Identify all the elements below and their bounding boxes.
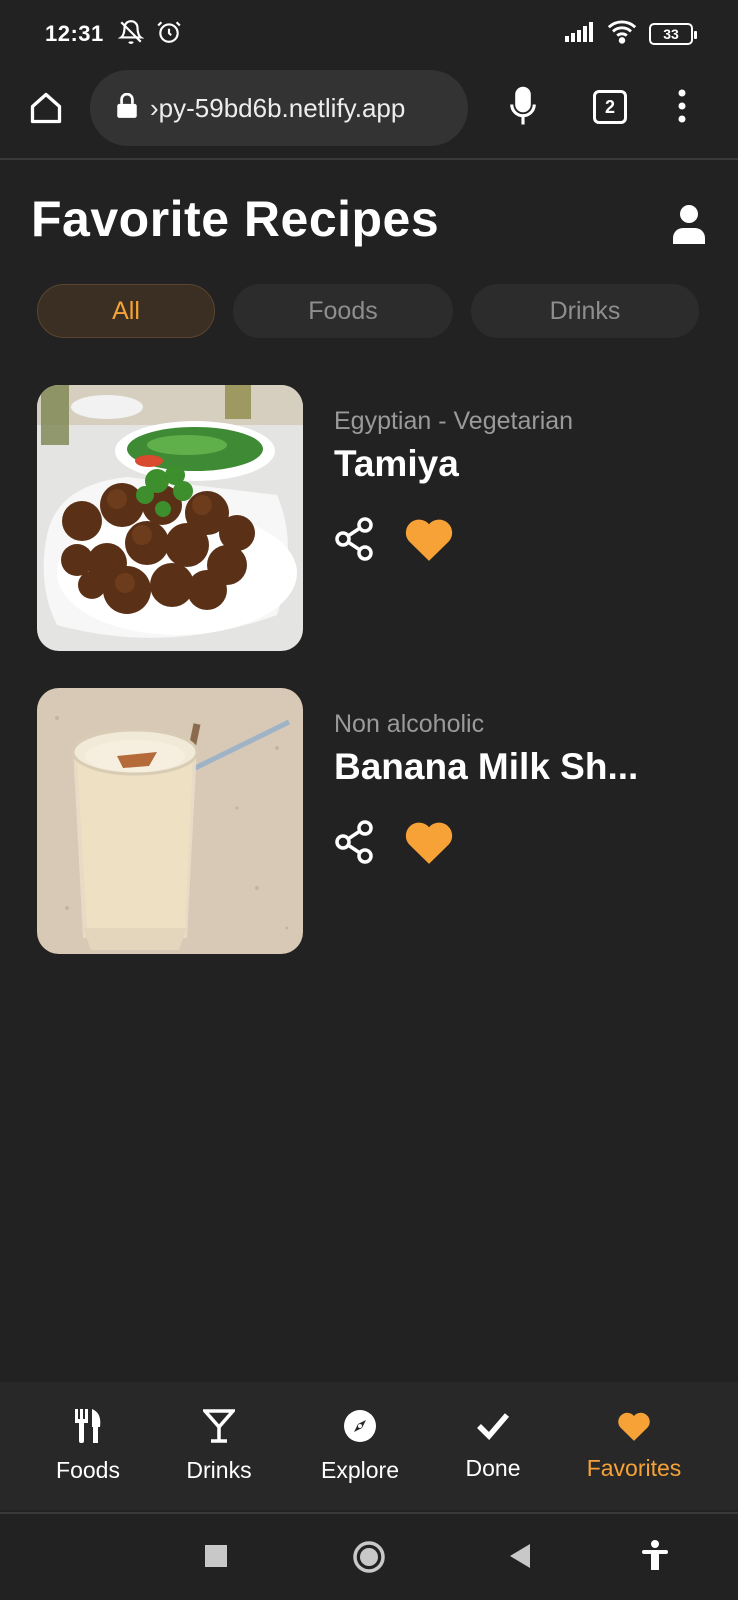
share-icon[interactable] bbox=[334, 517, 374, 566]
recents-icon[interactable] bbox=[205, 1545, 227, 1572]
nav-drinks[interactable]: Drinks bbox=[174, 1382, 264, 1510]
nav-label: Drinks bbox=[186, 1456, 252, 1483]
recipe-title[interactable]: Banana Milk Sh... bbox=[334, 746, 638, 788]
accessibility-icon[interactable] bbox=[641, 1540, 669, 1575]
filter-all-button[interactable]: All bbox=[37, 284, 215, 338]
battery-icon: 33 bbox=[649, 23, 697, 45]
bell-off-icon bbox=[117, 19, 145, 50]
favorite-heart-icon[interactable] bbox=[404, 517, 454, 566]
compass-icon bbox=[343, 1409, 377, 1449]
filter-bar: All Foods Drinks bbox=[37, 284, 699, 338]
nav-label: Favorites bbox=[586, 1454, 682, 1481]
address-bar[interactable]: ›py-59bd6b.netlify.app bbox=[90, 70, 468, 146]
cocktail-icon bbox=[201, 1408, 237, 1449]
nav-label: Explore bbox=[321, 1456, 399, 1483]
favorite-heart-icon[interactable] bbox=[404, 820, 454, 869]
heart-icon bbox=[617, 1411, 651, 1447]
alarm-icon bbox=[156, 19, 182, 50]
recipe-card: Non alcoholic Banana Milk Sh... bbox=[37, 688, 707, 954]
nav-favorites[interactable]: Favorites bbox=[579, 1382, 689, 1510]
recipe-image[interactable] bbox=[37, 688, 303, 954]
browser-toolbar: ›py-59bd6b.netlify.app 2 bbox=[0, 68, 738, 160]
recipe-card: Egyptian - Vegetarian Tamiya bbox=[37, 385, 707, 651]
utensils-icon bbox=[74, 1408, 102, 1449]
wifi-icon bbox=[607, 20, 637, 49]
bottom-navigation: Foods Drinks Explore Done Favorites bbox=[0, 1382, 738, 1510]
nav-done[interactable]: Done bbox=[449, 1382, 537, 1510]
more-options-icon[interactable] bbox=[676, 88, 688, 129]
nav-label: Done bbox=[465, 1454, 521, 1481]
home-circle-icon[interactable] bbox=[352, 1540, 386, 1579]
url-text: ›py-59bd6b.netlify.app bbox=[150, 92, 406, 123]
nav-label: Foods bbox=[56, 1456, 120, 1483]
status-bar: 12:31 33 bbox=[0, 0, 738, 68]
recipe-title[interactable]: Tamiya bbox=[334, 443, 459, 485]
nav-foods[interactable]: Foods bbox=[43, 1382, 133, 1510]
home-icon[interactable] bbox=[26, 88, 66, 128]
filter-drinks-button[interactable]: Drinks bbox=[471, 284, 699, 338]
system-navigation-bar bbox=[0, 1512, 738, 1600]
recipe-category: Egyptian - Vegetarian bbox=[334, 407, 574, 435]
share-icon[interactable] bbox=[334, 820, 374, 869]
recipe-category: Non alcoholic bbox=[334, 710, 485, 738]
filter-foods-button[interactable]: Foods bbox=[233, 284, 453, 338]
tab-switcher-button[interactable]: 2 bbox=[593, 90, 627, 124]
status-time: 12:31 bbox=[45, 21, 104, 46]
microphone-icon[interactable] bbox=[508, 86, 538, 133]
check-icon bbox=[476, 1411, 510, 1447]
page-title: Favorite Recipes bbox=[31, 191, 440, 247]
recipe-image[interactable] bbox=[37, 385, 303, 651]
lock-icon bbox=[116, 92, 138, 124]
back-icon[interactable] bbox=[508, 1543, 532, 1574]
nav-explore[interactable]: Explore bbox=[311, 1382, 409, 1510]
profile-icon[interactable] bbox=[671, 204, 707, 249]
signal-icon bbox=[565, 21, 595, 47]
